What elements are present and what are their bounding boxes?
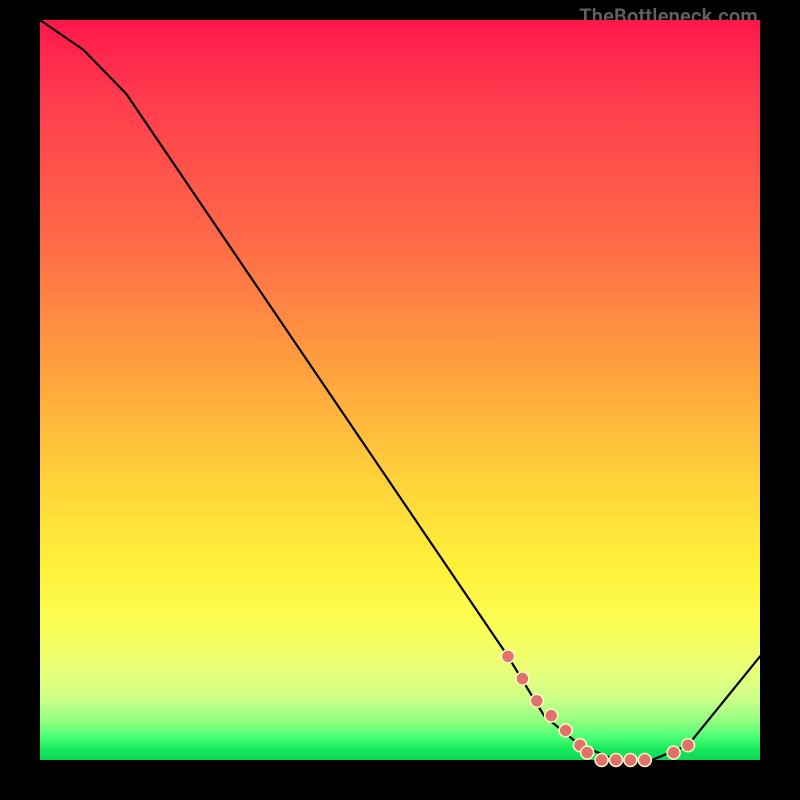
marker-dot [502, 650, 515, 663]
marker-dot [610, 754, 623, 767]
marker-dot [595, 754, 608, 767]
marker-dot [516, 672, 529, 685]
marker-dot [638, 754, 651, 767]
marker-dot [682, 739, 695, 752]
marker-dot [624, 754, 637, 767]
marker-dot [581, 746, 594, 759]
marker-dots [502, 650, 695, 767]
marker-dot [545, 709, 558, 722]
marker-dot [667, 746, 680, 759]
plot-area [40, 20, 760, 760]
marker-dot [530, 694, 543, 707]
curve-svg [40, 20, 760, 760]
bottleneck-curve [40, 20, 760, 760]
chart-frame: TheBottleneck.com [0, 0, 800, 800]
marker-dot [559, 724, 572, 737]
